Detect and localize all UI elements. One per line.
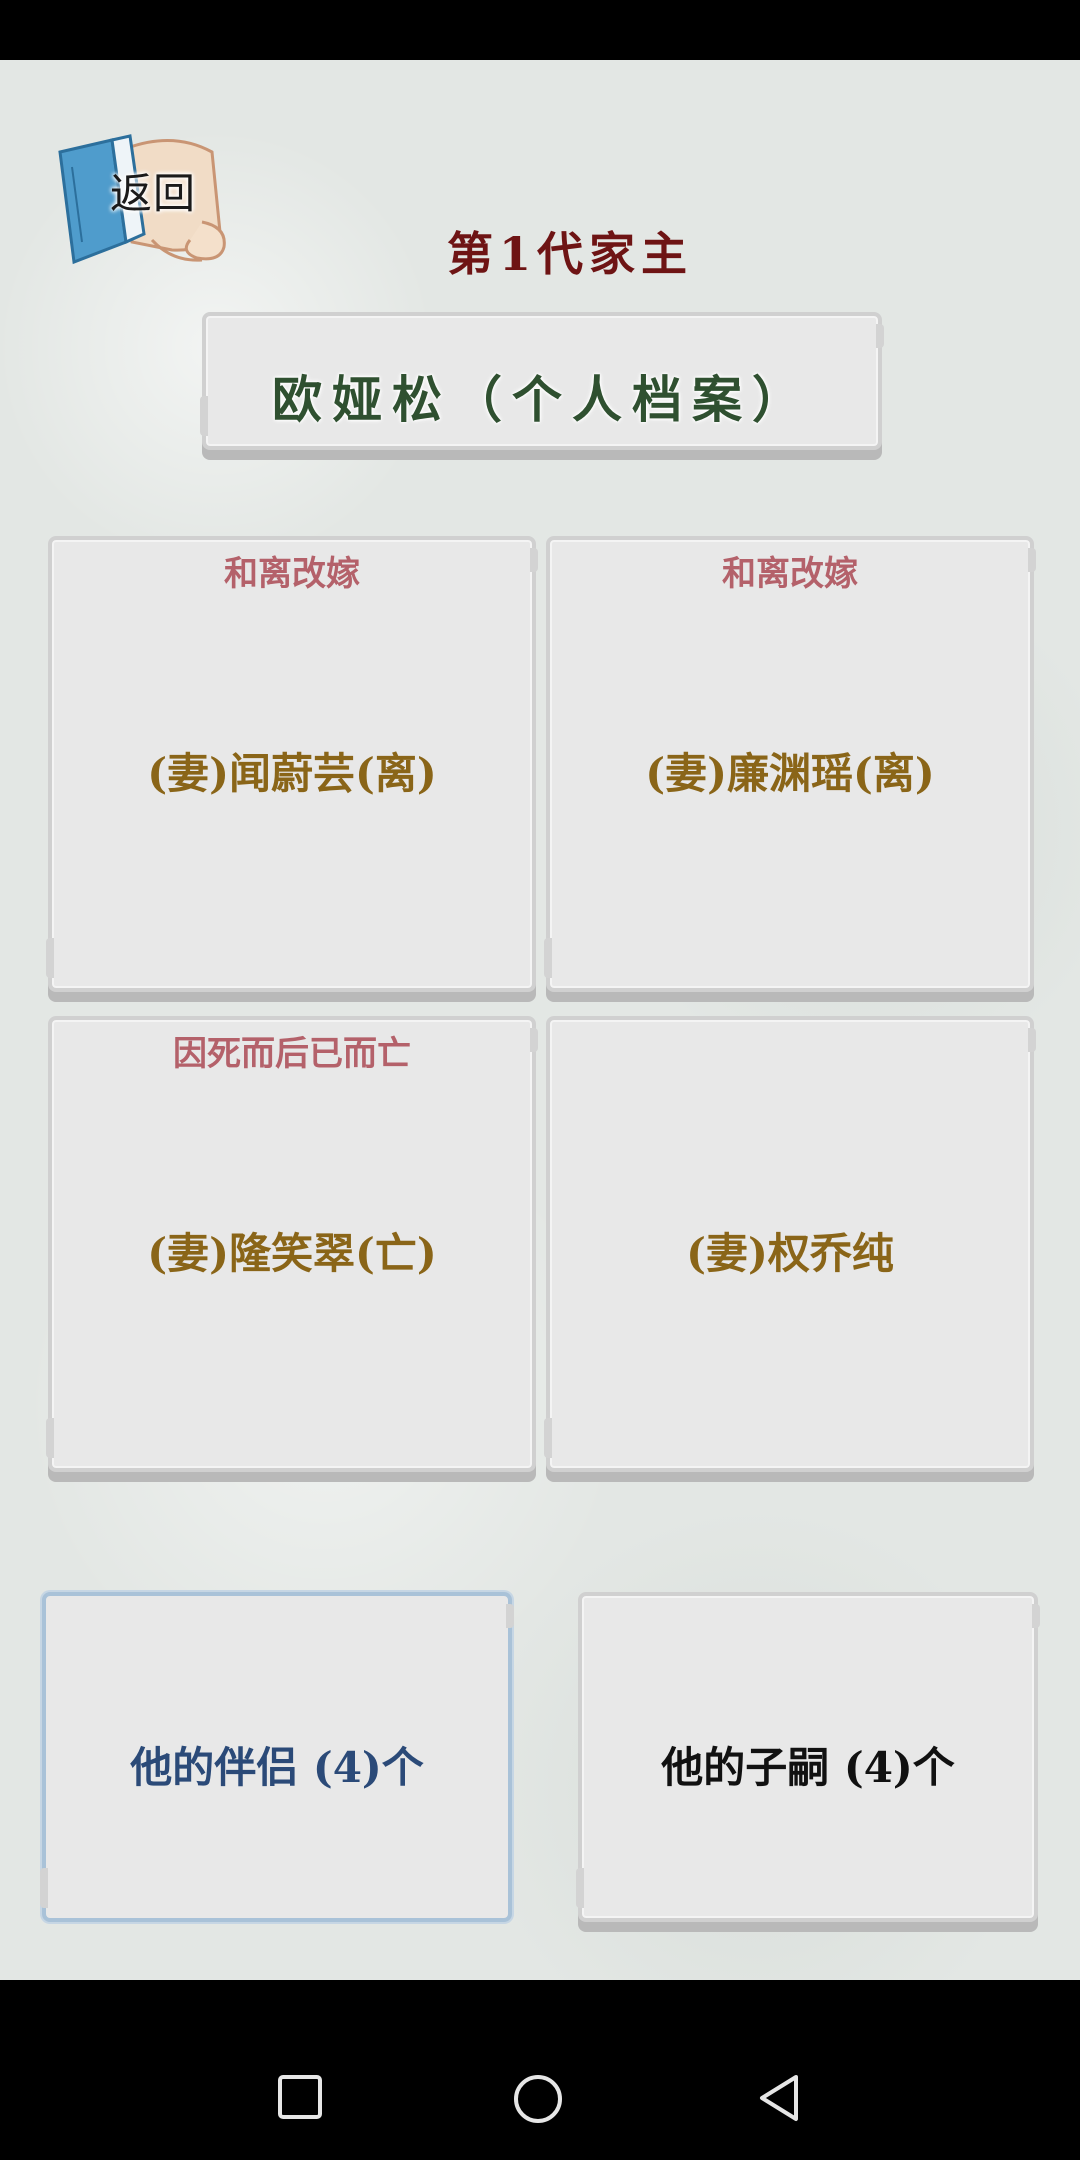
square-icon[interactable] — [276, 2073, 324, 2121]
triangle-back-icon[interactable] — [754, 2073, 804, 2123]
profile-name: 欧娅松（个人档案） — [272, 370, 812, 429]
spouse-card[interactable]: 因死而后已而亡 (妻)隆笑翠(亡) — [46, 1016, 538, 1472]
tab-children[interactable]: 他的子嗣 (4)个 — [576, 1592, 1040, 1922]
page-title: 第1代家主 — [446, 227, 693, 281]
spouse-card[interactable]: 和离改嫁 (妻)闻蔚芸(离) — [46, 536, 538, 992]
spouse-card[interactable]: (妻)权乔纯 — [544, 1016, 1036, 1472]
spouse-name: (妻)权乔纯 — [686, 1229, 894, 1278]
spouse-name: (妻)廉渊瑶(离) — [645, 749, 935, 798]
tab-partners-label: 他的伴侣 (4)个 — [130, 1743, 424, 1792]
tab-children-label: 他的子嗣 (4)个 — [661, 1743, 955, 1792]
tab-partners[interactable]: 他的伴侣 (4)个 — [40, 1592, 514, 1922]
spouse-name: (妻)隆笑翠(亡) — [147, 1229, 437, 1278]
back-label: 返回 — [110, 169, 197, 218]
profile-header[interactable]: 欧娅松（个人档案） — [200, 312, 884, 450]
spouse-status: 和离改嫁 — [722, 554, 858, 594]
spouse-status: 因死而后已而亡 — [173, 1034, 411, 1074]
spouse-card[interactable]: 和离改嫁 (妻)廉渊瑶(离) — [544, 536, 1036, 992]
status-bar — [0, 0, 1080, 60]
circle-icon[interactable] — [512, 2073, 564, 2125]
spouse-status: 和离改嫁 — [224, 554, 360, 594]
system-nav-bar — [0, 1980, 1080, 2160]
spouse-name: (妻)闻蔚芸(离) — [147, 749, 437, 798]
app-screen: 返回 第1代家主 欧娅松（个人档案） 和离改嫁 (妻)闻蔚芸(离) 和离改嫁 (… — [0, 60, 1080, 1980]
